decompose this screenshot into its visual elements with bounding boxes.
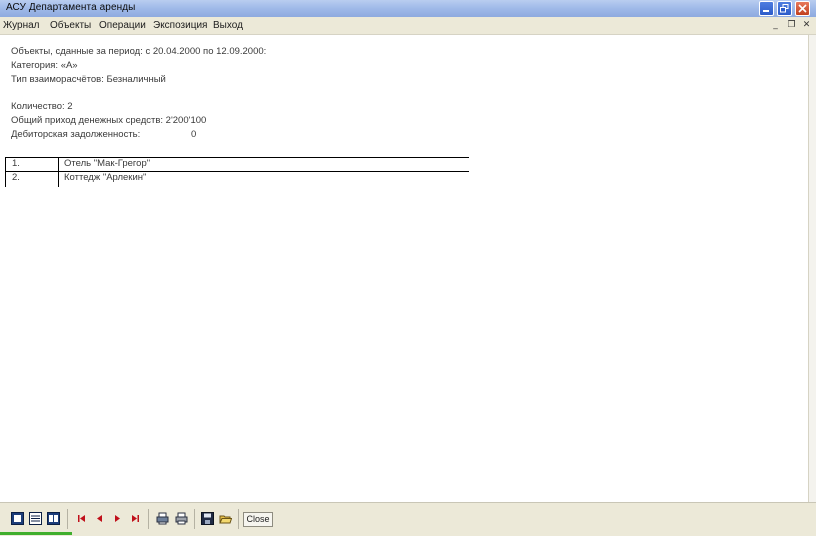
report-debt-label: Дебиторская задолженность: <box>11 129 141 140</box>
menu-exit[interactable]: Выход <box>213 20 243 31</box>
mdi-restore-icon[interactable]: ❐ <box>786 20 797 31</box>
last-page-icon[interactable] <box>129 512 142 525</box>
report-debt-value: 0 <box>191 129 197 140</box>
menu-objects[interactable]: Объекты <box>50 20 91 31</box>
mdi-minimize-icon[interactable]: _ <box>770 20 781 31</box>
toolbar-separator <box>238 509 239 529</box>
table-cell-number: 2. <box>12 172 20 183</box>
toolbar-separator <box>67 509 68 529</box>
multi-page-icon[interactable] <box>29 512 42 525</box>
toolbar-separator <box>194 509 195 529</box>
close-preview-button[interactable]: Close <box>243 512 273 527</box>
report-count-line: Количество: 2 <box>11 101 73 112</box>
single-page-icon[interactable] <box>11 512 24 525</box>
menu-exposition[interactable]: Экспозиция <box>153 20 207 31</box>
table-cell-name: Коттедж "Арлекин" <box>64 172 147 183</box>
print-icon[interactable] <box>175 512 188 525</box>
close-window-button[interactable] <box>795 1 810 16</box>
menu-bar: Журнал Объекты Операции Экспозиция Выход… <box>0 17 816 35</box>
table-cell-name: Отель "Мак-Грегор" <box>64 158 151 169</box>
table-column-divider <box>58 157 59 187</box>
table-cell-number: 1. <box>12 158 20 169</box>
report-income-line: Общий приход денежных средств: 2'200'100 <box>11 115 207 126</box>
restore-icon <box>780 4 789 13</box>
open-icon[interactable] <box>219 512 232 525</box>
report-settlement-type-line: Тип взаиморасчётов: Безналичный <box>11 74 166 85</box>
table-left-border <box>5 157 6 187</box>
minimize-button[interactable] <box>759 1 774 16</box>
next-page-icon[interactable] <box>111 512 124 525</box>
save-icon[interactable] <box>201 512 214 525</box>
restore-button[interactable] <box>777 1 792 16</box>
menu-journal[interactable]: Журнал <box>3 20 40 31</box>
toolbar-separator <box>148 509 149 529</box>
window-title: АСУ Департамента аренды <box>6 2 136 13</box>
prev-page-icon[interactable] <box>93 512 106 525</box>
content-edge <box>808 35 816 502</box>
preview-toolbar: Close <box>0 502 816 536</box>
report-content <box>0 35 808 502</box>
minimize-icon <box>763 10 769 12</box>
print-setup-icon[interactable] <box>156 512 169 525</box>
title-bar: АСУ Департамента аренды <box>0 0 816 17</box>
mdi-close-icon[interactable]: ✕ <box>801 20 812 31</box>
report-category-line: Категория: «А» <box>11 60 78 71</box>
report-period-line: Объекты, сданные за период: с 20.04.2000… <box>11 46 267 57</box>
whole-page-icon[interactable] <box>47 512 60 525</box>
menu-operations[interactable]: Операции <box>99 20 146 31</box>
first-page-icon[interactable] <box>75 512 88 525</box>
close-icon <box>798 4 807 13</box>
